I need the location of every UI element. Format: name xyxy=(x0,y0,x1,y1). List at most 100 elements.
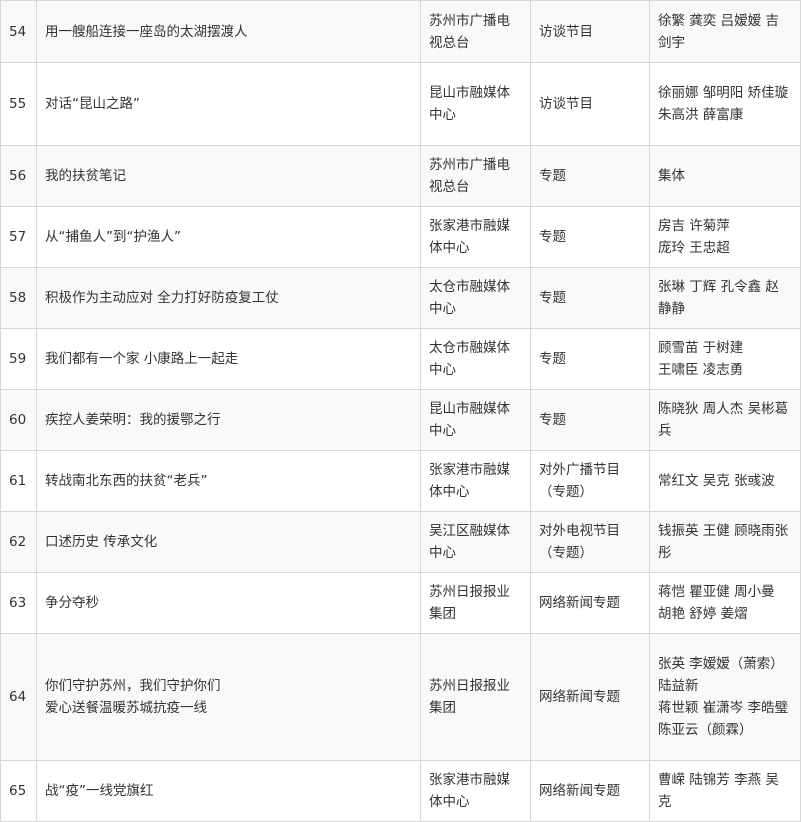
organization: 苏州市广播电视总台 xyxy=(420,0,531,63)
organization: 苏州日报报业集团 xyxy=(420,633,531,761)
program-title: 我们都有一个家 小康路上一起走 xyxy=(36,328,421,390)
author-line: 陈亚云（颜霖） xyxy=(658,722,753,738)
organization: 张家港市融媒体中心 xyxy=(420,206,531,268)
authors: 曹嵘 陆锦芳 李燕 吴克 xyxy=(649,760,801,822)
category: 对外广播节目（专题） xyxy=(530,450,650,512)
title-line: 对话“昆山之路” xyxy=(45,96,140,112)
table-row: 54 用一艘船连接一座岛的太湖摆渡人 苏州市广播电视总台 访谈节目 徐繁 龚奕 吕嫒嫒 … xyxy=(0,0,801,63)
title-line: 转战南北东西的扶贫“老兵” xyxy=(45,473,208,489)
author-line: 蒋恺 瞿亚健 周小曼 xyxy=(658,584,775,600)
table-body: 54 用一艘船连接一座岛的太湖摆渡人 苏州市广播电视总台 访谈节目 徐繁 龚奕 吕嫒嫒 … xyxy=(0,0,801,822)
category: 专题 xyxy=(530,267,650,329)
row-number: 64 xyxy=(0,633,37,761)
program-title: 转战南北东西的扶贫“老兵” xyxy=(36,450,421,512)
title-line: 战“疫”一线党旗红 xyxy=(45,783,154,799)
organization: 苏州市广播电视总台 xyxy=(420,145,531,207)
author-line: 蒋世颖 崔潇岑 李皓璧 xyxy=(658,700,789,716)
author-line: 顾雪苗 于树建 xyxy=(658,340,744,356)
author-line: 徐繁 龚奕 吕嫒嫒 吉剑宇 xyxy=(658,12,779,51)
program-title: 你们守护苏州，我们守护你们 爱心送餐温暖苏城抗疫一线 xyxy=(36,633,421,761)
program-title: 口述历史 传承文化 xyxy=(36,511,421,573)
row-number: 55 xyxy=(0,62,37,146)
program-title: 战“疫”一线党旗红 xyxy=(36,760,421,822)
title-line: 爱心送餐温暖苏城抗疫一线 xyxy=(45,700,207,716)
authors: 顾雪苗 于树建 王啸臣 凌志勇 xyxy=(649,328,801,390)
title-line: 用一艘船连接一座岛的太湖摆渡人 xyxy=(45,23,248,40)
program-title: 对话“昆山之路” xyxy=(36,62,421,146)
category: 网络新闻专题 xyxy=(530,760,650,822)
title-line: 争分夺秒 xyxy=(45,595,99,611)
authors: 钱振英 王健 顾晓雨张彤 xyxy=(649,511,801,573)
category: 专题 xyxy=(530,389,650,451)
row-number: 58 xyxy=(0,267,37,329)
category: 网络新闻专题 xyxy=(530,572,650,634)
organization: 太仓市融媒体中心 xyxy=(420,328,531,390)
authors: 集体 xyxy=(649,145,801,207)
program-title: 从“捕鱼人”到“护渔人” xyxy=(36,206,421,268)
table-row: 55 对话“昆山之路” 昆山市融媒体中心 访谈节目 徐丽娜 邹明阳 矫佳璇 朱高洪 薛富康 xyxy=(0,62,801,146)
title-line: 疾控人姜荣明：我的援鄂之行 xyxy=(45,412,221,428)
author-line: 集体 xyxy=(658,168,685,184)
organization: 昆山市融媒体中心 xyxy=(420,62,531,146)
category: 专题 xyxy=(530,206,650,268)
organization: 苏州日报报业集团 xyxy=(420,572,531,634)
table-row: 62 口述历史 传承文化 吴江区融媒体中心 对外电视节目（专题） 钱振英 王健 顾晓雨张… xyxy=(0,511,801,573)
table-row: 64 你们守护苏州，我们守护你们 爱心送餐温暖苏城抗疫一线 苏州日报报业集团 网络新闻专… xyxy=(0,633,801,761)
author-line: 徐丽娜 邹明阳 矫佳璇 xyxy=(658,85,789,101)
author-line: 常红文 吴克 张彧波 xyxy=(658,473,775,489)
program-title: 疾控人姜荣明：我的援鄂之行 xyxy=(36,389,421,451)
authors: 蒋恺 瞿亚健 周小曼 胡艳 舒婷 姜熠 xyxy=(649,572,801,634)
author-line: 陈晓狄 周人杰 吴彬葛兵 xyxy=(658,401,789,439)
table-row: 61 转战南北东西的扶贫“老兵” 张家港市融媒体中心 对外广播节目（专题） 常红文 吴克… xyxy=(0,450,801,512)
table-row: 56 我的扶贫笔记 苏州市广播电视总台 专题 集体 xyxy=(0,145,801,207)
organization: 张家港市融媒体中心 xyxy=(420,450,531,512)
program-title: 积极作为主动应对 全力打好防疫复工仗 xyxy=(36,267,421,329)
author-line: 钱振英 王健 顾晓雨张彤 xyxy=(658,523,789,561)
category: 访谈节目 xyxy=(530,62,650,146)
row-number: 63 xyxy=(0,572,37,634)
title-line: 我们都有一个家 小康路上一起走 xyxy=(45,351,239,367)
authors: 常红文 吴克 张彧波 xyxy=(649,450,801,512)
category: 访谈节目 xyxy=(530,0,650,63)
row-number: 59 xyxy=(0,328,37,390)
authors: 陈晓狄 周人杰 吴彬葛兵 xyxy=(649,389,801,451)
title-line: 你们守护苏州，我们守护你们 xyxy=(45,678,221,694)
table-row: 57 从“捕鱼人”到“护渔人” 张家港市融媒体中心 专题 房吉 许菊萍 庞玲 王忠超 xyxy=(0,206,801,268)
row-number: 60 xyxy=(0,389,37,451)
row-number: 62 xyxy=(0,511,37,573)
table-row: 58 积极作为主动应对 全力打好防疫复工仗 太仓市融媒体中心 专题 张琳 丁辉 孔令鑫 … xyxy=(0,267,801,329)
title-line: 积极作为主动应对 全力打好防疫复工仗 xyxy=(45,290,279,306)
author-line: 曹嵘 陆锦芳 李燕 吴克 xyxy=(658,772,779,810)
table-row: 63 争分夺秒 苏州日报报业集团 网络新闻专题 蒋恺 瞿亚健 周小曼 胡艳 舒婷 姜熠 xyxy=(0,572,801,634)
row-number: 57 xyxy=(0,206,37,268)
category: 对外电视节目（专题） xyxy=(530,511,650,573)
author-line: 胡艳 舒婷 姜熠 xyxy=(658,606,748,622)
row-number: 56 xyxy=(0,145,37,207)
table-row: 59 我们都有一个家 小康路上一起走 太仓市融媒体中心 专题 顾雪苗 于树建 王啸臣 凌志… xyxy=(0,328,801,390)
author-line: 庞玲 王忠超 xyxy=(658,240,730,256)
awards-table: 54 用一艘船连接一座岛的太湖摆渡人 苏州市广播电视总台 访谈节目 徐繁 龚奕 吕嫒嫒 … xyxy=(0,0,801,822)
authors: 徐丽娜 邹明阳 矫佳璇 朱高洪 薛富康 xyxy=(649,62,801,146)
author-line: 朱高洪 薛富康 xyxy=(658,107,744,123)
author-line: 张琳 丁辉 孔令鑫 赵静静 xyxy=(658,279,779,317)
program-title: 我的扶贫笔记 xyxy=(36,145,421,207)
authors: 张英 李嫒嫒（萧索）陆益新蒋世颖 崔潇岑 李皓璧 陈亚云（颜霖） xyxy=(649,633,801,761)
table-row: 65 战“疫”一线党旗红 张家港市融媒体中心 网络新闻专题 曹嵘 陆锦芳 李燕 吴克 xyxy=(0,760,801,822)
row-number: 65 xyxy=(0,760,37,822)
author-line: 房吉 许菊萍 xyxy=(658,218,730,234)
category: 网络新闻专题 xyxy=(530,633,650,761)
organization: 张家港市融媒体中心 xyxy=(420,760,531,822)
author-line: 张英 李嫒嫒（萧索）陆益新 xyxy=(658,656,784,694)
authors: 徐繁 龚奕 吕嫒嫒 吉剑宇 xyxy=(649,0,801,63)
row-number: 54 xyxy=(0,0,37,63)
category: 专题 xyxy=(530,145,650,207)
author-line: 王啸臣 凌志勇 xyxy=(658,362,744,378)
category: 专题 xyxy=(530,328,650,390)
program-title: 用一艘船连接一座岛的太湖摆渡人 xyxy=(36,0,421,63)
organization: 昆山市融媒体中心 xyxy=(420,389,531,451)
title-line: 从“捕鱼人”到“护渔人” xyxy=(45,229,181,245)
row-number: 61 xyxy=(0,450,37,512)
program-title: 争分夺秒 xyxy=(36,572,421,634)
authors: 张琳 丁辉 孔令鑫 赵静静 xyxy=(649,267,801,329)
title-line: 口述历史 传承文化 xyxy=(45,534,158,550)
